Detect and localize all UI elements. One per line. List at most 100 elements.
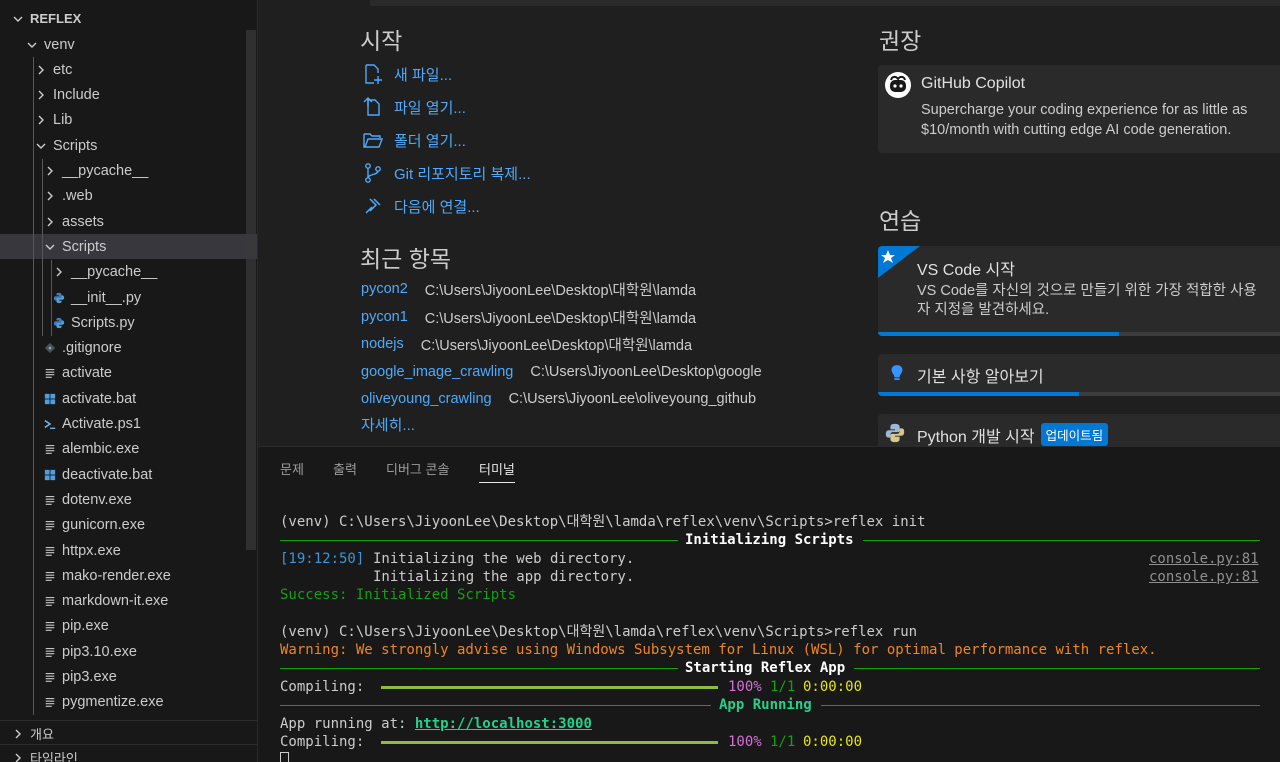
updated-badge: 업데이트됨: [1040, 423, 1109, 446]
windows-batch-icon: [42, 469, 58, 481]
connect-to-link[interactable]: 다음에 연결...: [362, 193, 480, 219]
copilot-desc-line1: Supercharge your coding experience for a…: [921, 102, 1248, 118]
new-file-link[interactable]: 새 파일...: [362, 61, 452, 87]
walkthrough-desc-line1: VS Code를 자신의 것으로 만들기 위한 가장 적합한 사용: [917, 283, 1257, 299]
python-icon: [885, 423, 905, 443]
tree-item-label: pip3.10.exe: [62, 643, 137, 660]
tree-item-alembic-exe[interactable]: alembic.exe: [0, 437, 257, 462]
outline-label: 개요: [30, 727, 54, 742]
tree-item-mako-render-exe[interactable]: mako-render.exe: [0, 563, 257, 588]
tree-item-activate-ps1[interactable]: Activate.ps1: [0, 412, 257, 437]
walkthrough-card-get-started[interactable]: VS Code 시작 VS Code를 자신의 것으로 만들기 위한 가장 적합…: [878, 246, 1280, 336]
chevron-right-icon: [33, 89, 49, 101]
recent-item[interactable]: nodejs C:\Users\JiyoonLee\Desktop\대학원\la…: [361, 332, 692, 356]
tree-item-etc[interactable]: etc: [0, 57, 257, 82]
rule-title: Starting Reflex App: [685, 660, 846, 676]
rule-line: [821, 705, 1260, 706]
tree-item-label: etc: [53, 61, 73, 78]
tree-item-deactivate-bat[interactable]: deactivate.bat: [0, 462, 257, 487]
tree-item-scripts-py[interactable]: Scripts.py: [0, 310, 257, 335]
text-file-icon: [42, 696, 58, 708]
tree-item-gitignore[interactable]: .gitignore: [0, 336, 257, 361]
tree-item-label: httpx.exe: [62, 542, 121, 559]
open-file-link[interactable]: 파일 열기...: [362, 94, 466, 120]
tab-terminal[interactable]: 터미널: [479, 459, 515, 483]
recent-item[interactable]: google_image_crawling C:\Users\JiyoonLee…: [361, 360, 762, 384]
tree-item-include[interactable]: Include: [0, 83, 257, 108]
rule-line: [863, 540, 1260, 541]
app-url-link[interactable]: http://localhost:3000: [415, 716, 592, 732]
timeline-label: 타임라인: [30, 751, 78, 762]
tree-item-pygmentize-exe[interactable]: pygmentize.exe: [0, 690, 257, 715]
tree-item-label: pip3.exe: [62, 669, 117, 685]
editor-top-bar: [370, 0, 1280, 6]
tab-debug-console[interactable]: 디버그 콘솔: [386, 459, 449, 483]
walkthrough-title: Python 개발 시작: [917, 429, 1035, 446]
recent-item[interactable]: pycon1 C:\Users\JiyoonLee\Desktop\대학원\la…: [361, 305, 696, 329]
rule-line: [280, 668, 678, 669]
recent-item-name[interactable]: google_image_crawling: [361, 364, 513, 380]
gitignore-icon: [42, 342, 58, 354]
copilot-card[interactable]: GitHub Copilot Supercharge your coding e…: [878, 65, 1280, 153]
tree-item-activate[interactable]: activate: [0, 361, 257, 386]
tree-item-scripts[interactable]: Scripts: [0, 234, 257, 260]
indent-guide: [42, 158, 43, 336]
tree-item-httpx-exe[interactable]: httpx.exe: [0, 538, 257, 563]
tree-item-label: Scripts.py: [71, 314, 135, 331]
recent-item-name[interactable]: nodejs: [361, 336, 404, 352]
open-folder-icon: [363, 133, 384, 148]
tree-item-markdown-it-exe[interactable]: markdown-it.exe: [0, 589, 257, 614]
compile-percent: 100%: [728, 734, 762, 750]
outline-section-header[interactable]: 개요: [0, 721, 257, 746]
recent-item-name[interactable]: pycon2: [361, 281, 408, 297]
timeline-section-header[interactable]: 타임라인: [0, 745, 257, 762]
tree-item-init-py[interactable]: __init__.py: [0, 285, 257, 310]
terminal-command-line: (venv) C:\Users\JiyoonLee\Desktop\대학원\la…: [280, 514, 926, 530]
walkthrough-card-python[interactable]: Python 개발 시작 업데이트됨: [878, 414, 1280, 446]
explorer-root-label: REFLEX: [30, 11, 82, 26]
text-file-icon: [42, 671, 58, 683]
tree-item-lib[interactable]: Lib: [0, 108, 257, 133]
tree-item-label: activate: [62, 365, 112, 382]
recommended-heading: 권장: [879, 28, 922, 54]
tree-item-label: .gitignore: [62, 340, 122, 357]
tree-item-label: markdown-it.exe: [62, 593, 169, 610]
app-running-label: App running at:: [280, 716, 407, 732]
walkthrough-card-fundamentals[interactable]: 기본 사항 알아보기: [878, 354, 1280, 396]
tree-item-pycache[interactable]: __pycache__: [0, 260, 257, 285]
tree-item-gunicorn-exe[interactable]: gunicorn.exe: [0, 513, 257, 538]
new-file-label: 새 파일...: [394, 66, 453, 84]
warning-line: Warning: We strongly advise using Window…: [280, 642, 1157, 658]
walkthrough-progress-fill: [878, 332, 1119, 336]
chevron-right-icon: [42, 190, 58, 202]
open-folder-link[interactable]: 폴더 열기...: [362, 127, 466, 153]
tree-item-pycache[interactable]: __pycache__: [0, 159, 257, 184]
chevron-right-icon: [33, 64, 49, 76]
git-clone-link[interactable]: Git 리포지토리 복제...: [362, 160, 531, 186]
text-file-icon: [42, 519, 58, 531]
tree-item-scripts[interactable]: Scripts: [0, 133, 257, 158]
recent-heading: 최근 항목: [360, 246, 452, 272]
walkthrough-desc-line2: 자 지정을 발견하세요.: [917, 302, 1050, 318]
tree-item-web[interactable]: .web: [0, 184, 257, 209]
tree-item-venv[interactable]: venv: [0, 32, 257, 57]
walkthrough-title-row: Python 개발 시작 업데이트됨: [917, 423, 1109, 446]
sidebar-scrollbar[interactable]: [246, 30, 256, 550]
recent-item[interactable]: oliveyoung_crawling C:\Users\JiyoonLee\o…: [361, 387, 756, 411]
walkthrough-progress-fill: [878, 392, 1079, 396]
tree-item-pip3-exe[interactable]: pip3.exe: [0, 665, 257, 690]
tree-item-pip-exe[interactable]: pip.exe: [0, 614, 257, 639]
tree-item-dotenv-exe[interactable]: dotenv.exe: [0, 487, 257, 512]
recent-item[interactable]: pycon2 C:\Users\JiyoonLee\Desktop\대학원\la…: [361, 277, 696, 301]
explorer-root-header[interactable]: REFLEX: [0, 6, 257, 31]
recent-item-name[interactable]: oliveyoung_crawling: [361, 391, 492, 407]
tab-output[interactable]: 출력: [333, 459, 357, 483]
tab-problems[interactable]: 문제: [280, 459, 304, 483]
more-recent-link[interactable]: 자세히...: [361, 414, 415, 435]
tree-item-activate-bat[interactable]: activate.bat: [0, 386, 257, 411]
tree-item-pip3-10-exe[interactable]: pip3.10.exe: [0, 639, 257, 664]
recent-item-name[interactable]: pycon1: [361, 309, 408, 325]
text-file-icon: [42, 367, 58, 379]
tree-item-assets[interactable]: assets: [0, 209, 257, 234]
tree-item-label: __init__.py: [71, 289, 142, 306]
